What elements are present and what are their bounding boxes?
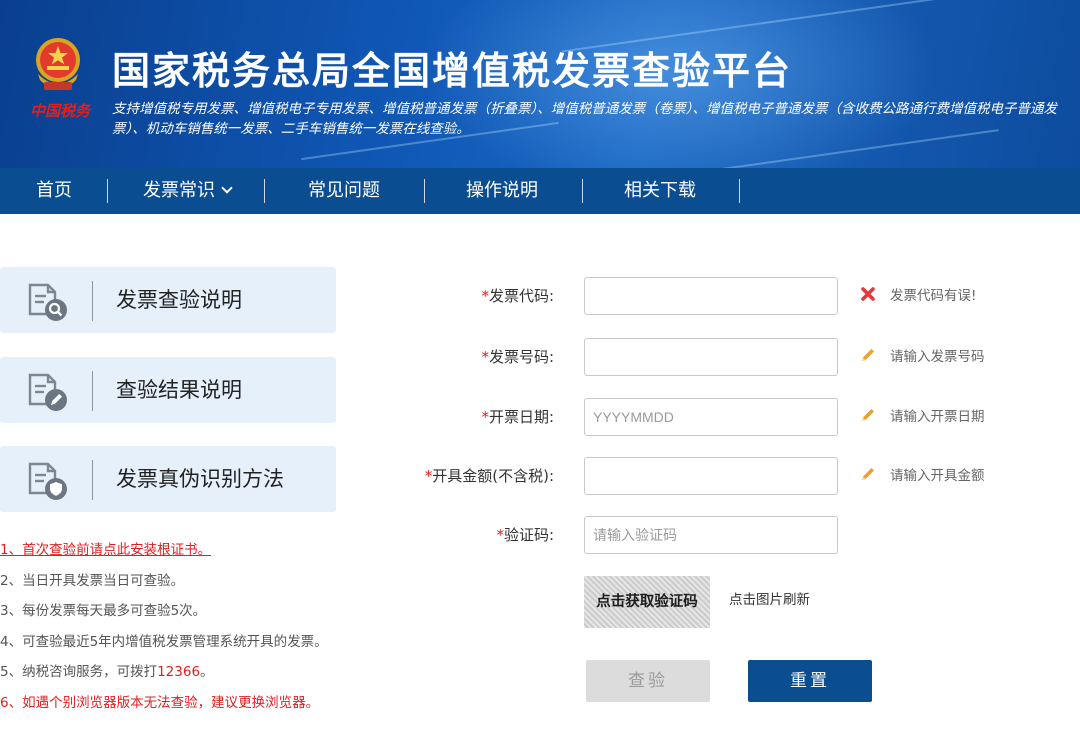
issue-date-input[interactable]: [584, 398, 838, 436]
nav-separator: [264, 179, 265, 203]
nav-item-invoice-knowledge[interactable]: 发票常识: [122, 168, 252, 214]
nav-item-faq[interactable]: 常见问题: [284, 168, 404, 214]
notes-list: 1、首次查验前请点此安装根证书。 2、当日开具发票当日可查验。 3、每份发票每天…: [0, 540, 400, 723]
invoice-code-hint: 发票代码有误!: [860, 277, 976, 315]
label-text: 开票日期:: [488, 408, 554, 426]
nav-item-downloads[interactable]: 相关下载: [600, 168, 720, 214]
captcha-refresh-hint: 点击图片刷新: [729, 592, 810, 608]
doc-shield-icon: [28, 462, 67, 500]
issue-date-label: *开票日期:: [394, 398, 554, 436]
label-text: 验证码:: [503, 526, 554, 544]
note-text: 5、纳税咨询服务，可拨打: [0, 664, 158, 680]
note-item: 3、每份发票每天最多可查验5次。: [0, 603, 207, 619]
invoice-code-label: *发票代码:: [394, 277, 554, 315]
brand-calligraphy: 中国税务: [29, 102, 90, 120]
site-subtitle: 支持增值税专用发票、增值税电子专用发票、增值税普通发票（折叠票）、增值税普通发票…: [112, 101, 1057, 137]
note-item: 2、当日开具发票当日可查验。: [0, 572, 185, 589]
note-item: 4、可查验最近5年内增值税发票管理系统开具的发票。: [0, 633, 328, 650]
reset-button[interactable]: 重置: [748, 660, 872, 702]
required-mark: *: [481, 287, 489, 305]
amount-hint: 请输入开具金额: [860, 457, 985, 495]
nav-item-instructions[interactable]: 操作说明: [442, 168, 562, 214]
error-x-icon: [861, 287, 875, 301]
invoice-number-input[interactable]: [584, 338, 838, 376]
captcha-input[interactable]: [584, 516, 838, 554]
card-divider: [92, 460, 93, 500]
note-item-hotline: 5、纳税咨询服务，可拨打12366。: [0, 662, 400, 693]
nav-separator: [739, 179, 740, 203]
captcha-label: *验证码:: [394, 516, 554, 554]
note-install-certificate-link[interactable]: 1、首次查验前请点此安装根证书。: [0, 540, 400, 571]
note-item: 6、如遇个别浏览器版本无法查验，建议更换浏览器。: [0, 694, 320, 711]
issue-date-hint: 请输入开票日期: [860, 398, 985, 436]
card-divider: [92, 371, 93, 411]
note-text: 1、首次查验前请点此安装根证书。: [0, 542, 212, 558]
nav-separator: [424, 179, 425, 203]
pencil-icon: [862, 349, 874, 361]
required-mark: *: [481, 408, 489, 426]
hint-text: 请输入开票日期: [890, 409, 985, 425]
card-result-instructions[interactable]: 查验结果说明: [0, 357, 336, 423]
captcha-image[interactable]: 点击获取验证码: [584, 576, 710, 628]
invoice-code-input[interactable]: [584, 277, 838, 315]
nav-item-label: 操作说明: [466, 180, 538, 201]
hint-text: 发票代码有误!: [890, 288, 977, 304]
card-authenticity-methods[interactable]: 发票真伪识别方法: [0, 446, 336, 512]
hint-text: 请输入发票号码: [890, 349, 985, 365]
nav-item-home[interactable]: 首页: [14, 168, 94, 214]
card-check-instructions[interactable]: 发票查验说明: [0, 267, 336, 333]
pencil-icon: [862, 409, 874, 421]
nav-separator: [582, 179, 583, 203]
doc-search-icon: [28, 283, 67, 321]
hint-text: 请输入开具金额: [890, 468, 985, 484]
invoice-number-hint: 请输入发票号码: [860, 338, 985, 376]
main-nav: 首页 发票常识 常见问题 操作说明 相关下载: [0, 168, 1080, 214]
note-text: 。: [200, 664, 214, 680]
nav-item-label: 常见问题: [308, 180, 380, 201]
pencil-icon: [862, 468, 874, 480]
doc-edit-icon: [28, 373, 67, 411]
card-divider: [92, 281, 93, 321]
required-mark: *: [496, 526, 504, 544]
amount-input[interactable]: [584, 457, 838, 495]
site-title: 国家税务总局全国增值税发票查验平台: [112, 49, 793, 93]
label-text: 发票号码:: [488, 348, 554, 366]
nav-item-label: 发票常识: [143, 180, 215, 201]
hotline-number: 12366: [157, 664, 201, 680]
invoice-number-label: *发票号码:: [394, 338, 554, 376]
tax-emblem-icon: [36, 38, 80, 90]
site-header: 中国税务 国家税务总局全国增值税发票查验平台 支持增值税专用发票、增值税电子专用…: [0, 0, 1080, 168]
label-text: 开具金额(不含税):: [432, 467, 554, 485]
card-label: 发票查验说明: [116, 288, 242, 312]
card-label: 查验结果说明: [116, 378, 242, 402]
nav-item-label: 相关下载: [624, 180, 696, 201]
chevron-down-icon: [221, 182, 233, 194]
check-button[interactable]: 查验: [586, 660, 710, 702]
label-text: 发票代码:: [488, 287, 554, 305]
amount-label: *开具金额(不含税):: [394, 457, 554, 495]
required-mark: *: [481, 348, 489, 366]
card-label: 发票真伪识别方法: [116, 467, 284, 491]
nav-separator: [107, 179, 108, 203]
nav-item-label: 首页: [36, 180, 72, 201]
